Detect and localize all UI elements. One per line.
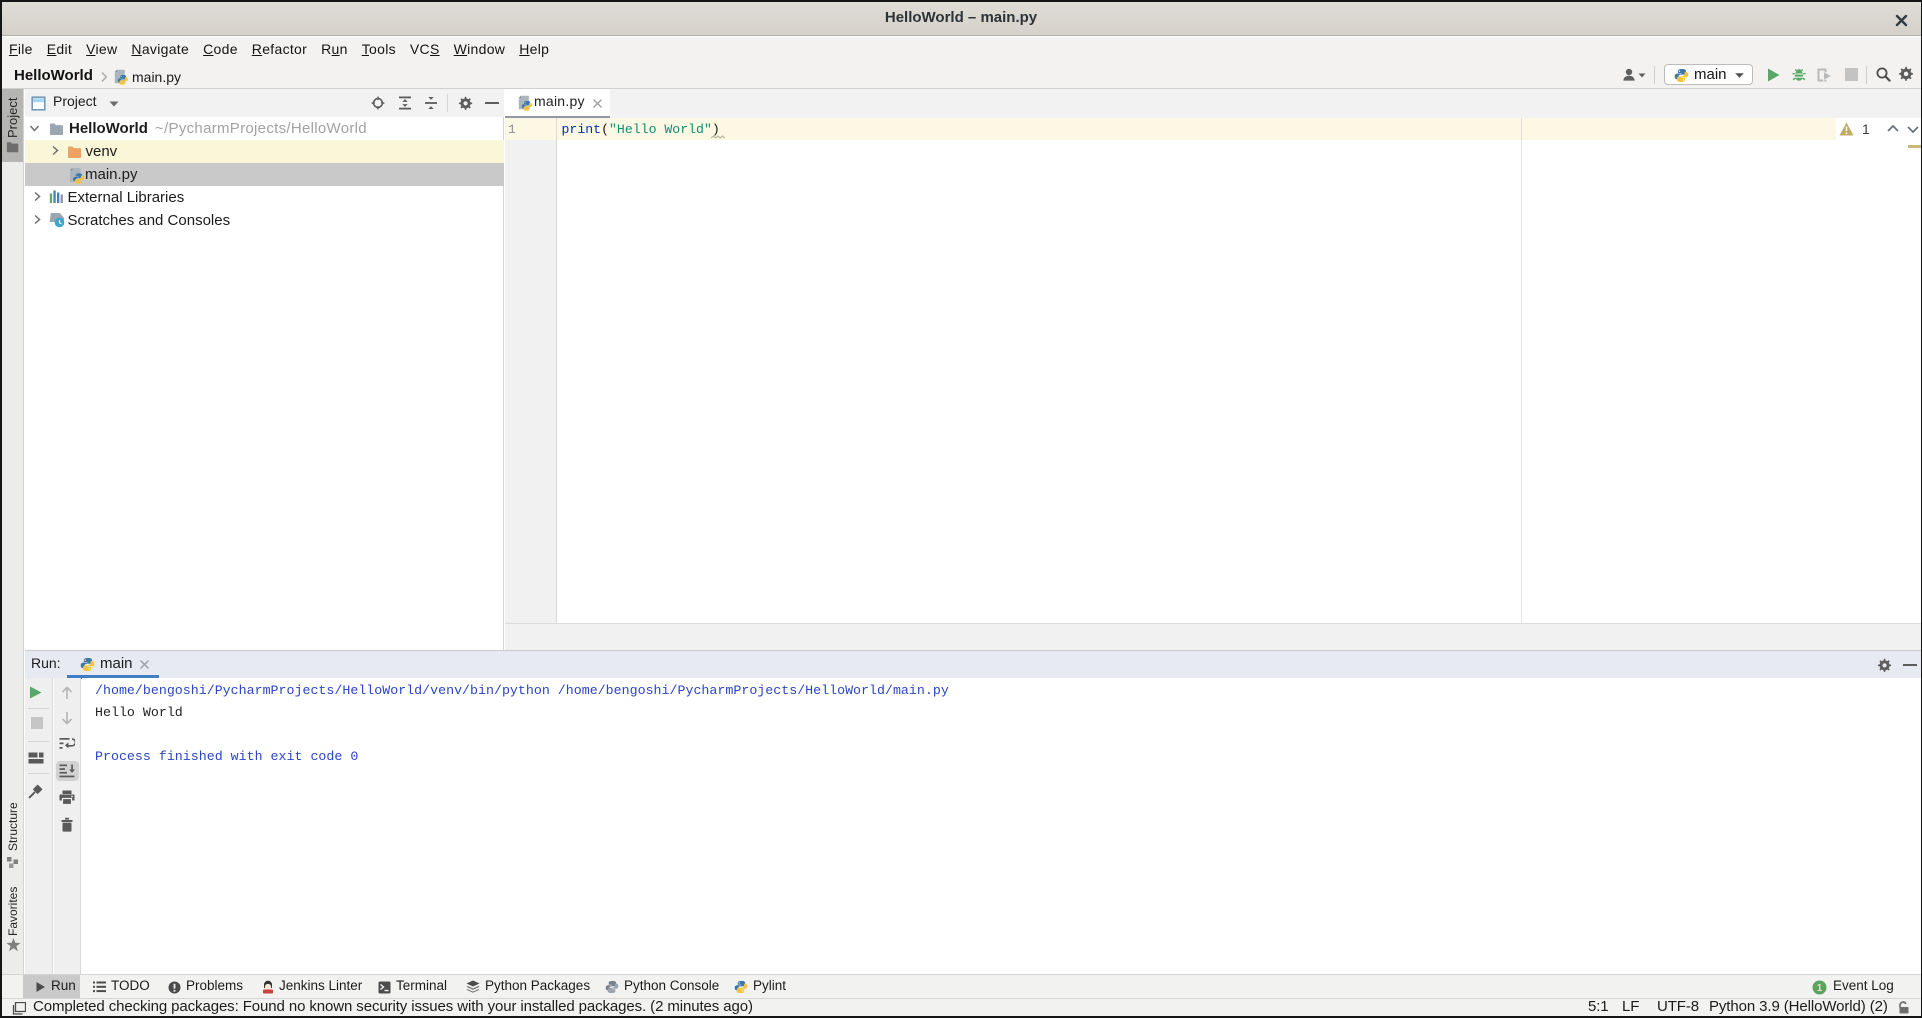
svg-text:1: 1 xyxy=(1817,983,1823,994)
